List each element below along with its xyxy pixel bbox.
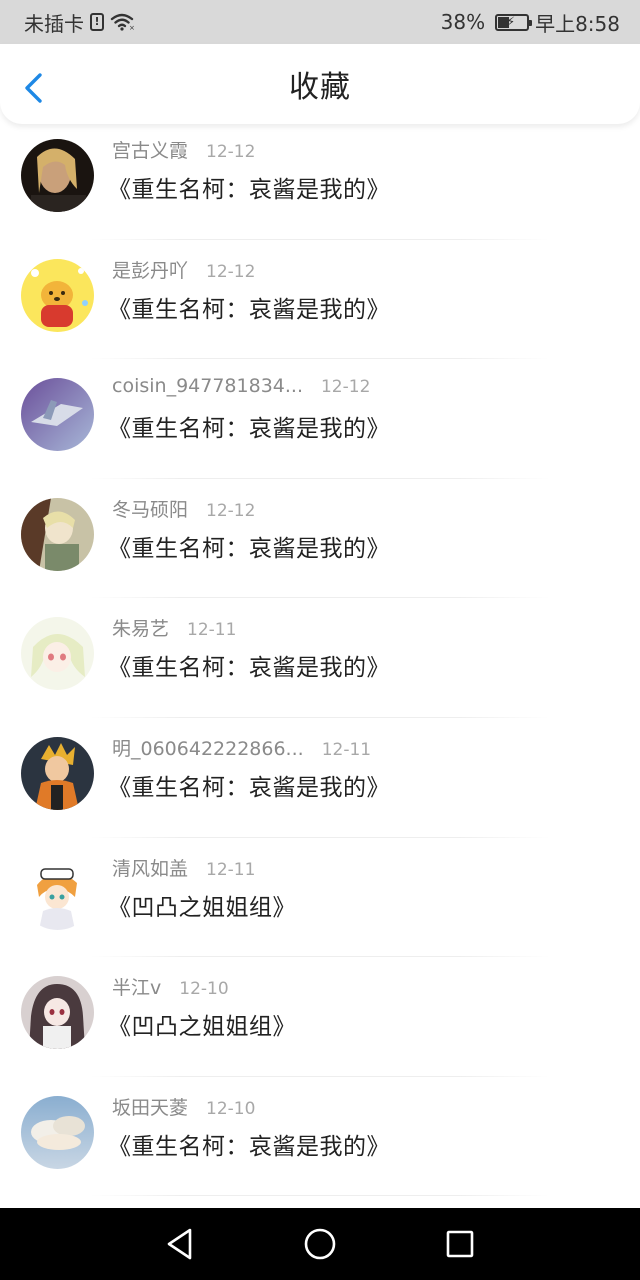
avatar[interactable]: [21, 258, 94, 332]
clock: 早上8:58: [535, 11, 620, 36]
item-date: 12-11: [187, 620, 237, 641]
avatar[interactable]: [21, 617, 94, 691]
user-name[interactable]: 半江v: [112, 973, 161, 1000]
avatar[interactable]: [21, 1095, 94, 1169]
list-item[interactable]: 明_060642222866... 12-11 《重生名柯：哀酱是我的》: [0, 718, 640, 838]
work-title[interactable]: 《重生名柯：哀酱是我的》: [108, 768, 390, 802]
battery-icon: ⚡: [495, 13, 533, 31]
status-left: 未插卡 ! ×: [24, 8, 134, 37]
user-name[interactable]: 清风如盖: [112, 854, 188, 881]
sim-alert-icon: !: [90, 13, 104, 31]
status-bar: 未插卡 ! × 38% ⚡ 早上8:58: [0, 0, 640, 44]
user-name[interactable]: coisin_947781834...: [112, 375, 303, 397]
work-title[interactable]: 《重生名柯：哀酱是我的》: [108, 1127, 390, 1161]
list-item[interactable]: 清风如盖 12-11 《凹凸之姐姐组》: [0, 838, 640, 958]
list-item[interactable]: 是彭丹吖 12-12 《重生名柯：哀酱是我的》: [0, 240, 640, 360]
list-item[interactable]: 朱易艺 12-11 《重生名柯：哀酱是我的》: [0, 598, 640, 718]
wifi-icon: ×: [110, 13, 134, 31]
item-meta: 宫古义霞 12-12: [112, 136, 255, 163]
system-nav-bar: [0, 1208, 640, 1280]
item-date: 12-10: [206, 1098, 256, 1119]
item-meta: 朱易艺 12-11: [112, 614, 236, 641]
chevron-left-icon: [25, 73, 42, 103]
nav-home-button[interactable]: [298, 1222, 342, 1266]
work-title[interactable]: 《重生名柯：哀酱是我的》: [108, 290, 390, 324]
list-item[interactable]: 宫古义霞 12-12 《重生名柯：哀酱是我的》: [0, 120, 640, 240]
page-title: 收藏: [289, 70, 351, 105]
item-date: 12-12: [206, 142, 256, 162]
user-name[interactable]: 朱易艺: [112, 614, 169, 641]
status-right: 38% ⚡ 早上8:58: [441, 8, 620, 37]
item-date: 12-12: [206, 261, 256, 282]
item-date: 12-11: [206, 859, 256, 880]
avatar[interactable]: [21, 736, 94, 810]
work-title[interactable]: 《重生名柯：哀酱是我的》: [108, 648, 390, 682]
item-date: 12-11: [321, 739, 372, 760]
charging-bolt-icon: ⚡: [506, 14, 516, 30]
triangle-back-icon: [167, 1228, 192, 1260]
avatar[interactable]: [21, 856, 94, 930]
item-date: 12-12: [206, 500, 256, 521]
item-date: 12-12: [320, 377, 371, 398]
list-item[interactable]: 坂田天菱 12-10 《重生名柯：哀酱是我的》: [0, 1077, 640, 1197]
item-meta: coisin_947781834... 12-12: [112, 375, 370, 397]
list-item[interactable]: coisin_947781834... 12-12 《重生名柯：哀酱是我的》: [0, 359, 640, 479]
user-name[interactable]: 冬马硕阳: [112, 495, 188, 522]
item-meta: 冬马硕阳 12-12: [112, 495, 255, 522]
item-meta: 清风如盖 12-11: [112, 854, 255, 881]
user-name[interactable]: 明_060642222866...: [112, 734, 304, 761]
item-meta: 明_060642222866... 12-11: [112, 734, 371, 761]
list-item[interactable]: 冬马硕阳 12-12 《重生名柯：哀酱是我的》: [0, 479, 640, 599]
favorites-list: 宫古义霞 12-12 《重生名柯：哀酱是我的》 是彭丹吖 12-12 《重生名柯…: [0, 120, 640, 1208]
item-meta: 半江v 12-10: [112, 973, 229, 1000]
circle-home-icon: [304, 1228, 336, 1260]
avatar[interactable]: [21, 139, 94, 212]
work-title[interactable]: 《凹凸之姐姐组》: [108, 1007, 296, 1041]
item-meta: 是彭丹吖 12-12: [112, 256, 255, 283]
avatar[interactable]: [21, 497, 94, 571]
user-name[interactable]: 坂田天菱: [112, 1093, 188, 1120]
avatar[interactable]: [21, 976, 94, 1050]
work-title[interactable]: 《重生名柯：哀酱是我的》: [108, 529, 390, 563]
back-button[interactable]: [22, 72, 46, 104]
nav-back-button[interactable]: [158, 1222, 202, 1266]
work-title[interactable]: 《凹凸之姐姐组》: [108, 888, 296, 922]
item-date: 12-10: [179, 979, 229, 1000]
item-meta: 坂田天菱 12-10: [112, 1093, 255, 1120]
header-bar: 收藏: [0, 44, 640, 124]
work-title[interactable]: 《重生名柯：哀酱是我的》: [108, 409, 390, 443]
nav-recents-button[interactable]: [438, 1222, 482, 1266]
user-name[interactable]: 是彭丹吖: [112, 256, 188, 283]
square-recents-icon: [446, 1230, 474, 1258]
work-title[interactable]: 《重生名柯：哀酱是我的》: [108, 170, 390, 204]
svg-text:×: ×: [129, 24, 134, 31]
battery-percent: 38%: [440, 10, 486, 34]
avatar[interactable]: [21, 378, 94, 452]
carrier-text: 未插卡: [24, 11, 84, 36]
user-name[interactable]: 宫古义霞: [112, 136, 188, 163]
list-item[interactable]: 半江v 12-10 《凹凸之姐姐组》: [0, 957, 640, 1077]
